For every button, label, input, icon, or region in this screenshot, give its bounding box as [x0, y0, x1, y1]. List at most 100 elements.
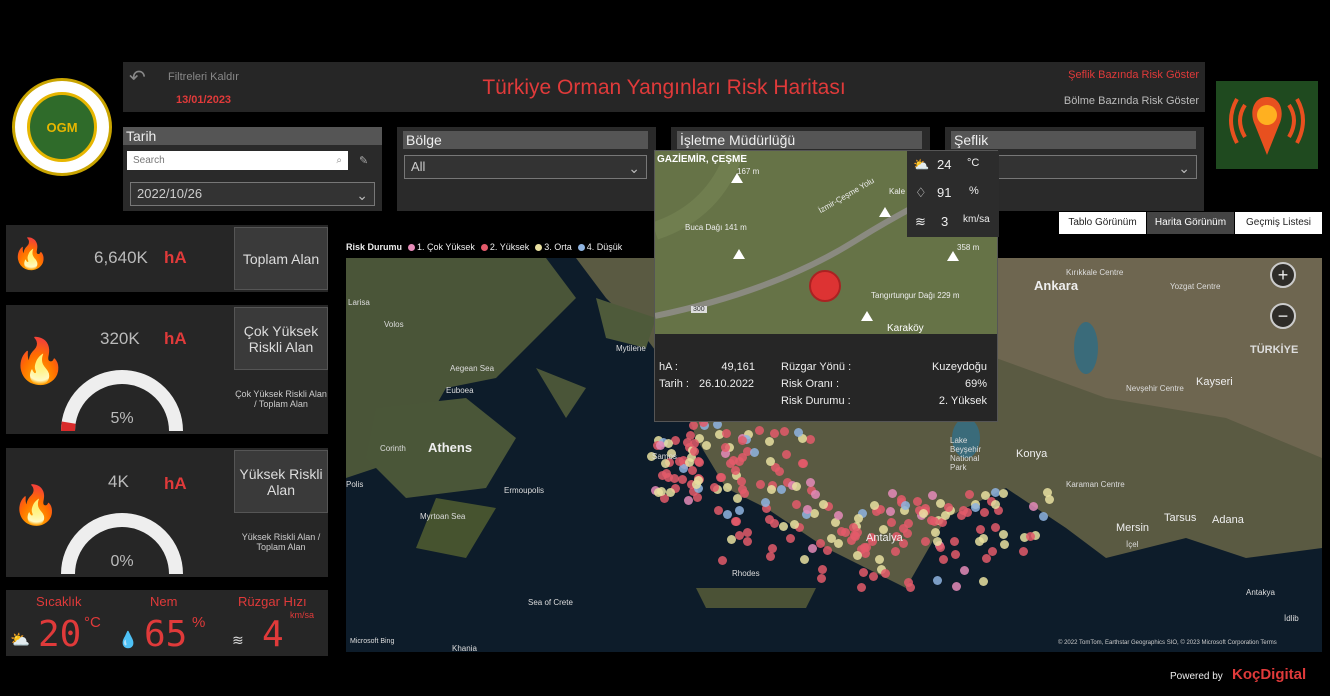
- risk-point[interactable]: [684, 496, 693, 505]
- risk-point[interactable]: [930, 517, 939, 526]
- risk-point[interactable]: [780, 427, 789, 436]
- risk-point[interactable]: [919, 509, 928, 518]
- tab-history-list[interactable]: Geçmiş Listesi: [1235, 212, 1322, 234]
- seflik-risk-button[interactable]: Şeflik Bazında Risk Göster: [1068, 69, 1199, 81]
- risk-point[interactable]: [678, 475, 687, 484]
- risk-point[interactable]: [854, 514, 863, 523]
- risk-point[interactable]: [770, 519, 779, 528]
- risk-point[interactable]: [933, 576, 942, 585]
- risk-point[interactable]: [714, 506, 723, 515]
- risk-point[interactable]: [939, 555, 948, 564]
- risk-point[interactable]: [827, 534, 836, 543]
- risk-point[interactable]: [988, 547, 997, 556]
- risk-point[interactable]: [976, 525, 985, 534]
- risk-point[interactable]: [664, 439, 673, 448]
- risk-point[interactable]: [950, 537, 959, 546]
- risk-point[interactable]: [767, 485, 776, 494]
- risk-point[interactable]: [980, 508, 989, 517]
- risk-point[interactable]: [823, 546, 832, 555]
- risk-point[interactable]: [718, 556, 727, 565]
- risk-point[interactable]: [664, 473, 673, 482]
- risk-point[interactable]: [743, 528, 752, 537]
- risk-point[interactable]: [798, 459, 807, 468]
- risk-point[interactable]: [1000, 540, 1009, 549]
- risk-point[interactable]: [881, 569, 890, 578]
- risk-point[interactable]: [886, 507, 895, 516]
- risk-point[interactable]: [666, 488, 675, 497]
- risk-point[interactable]: [817, 574, 826, 583]
- risk-point[interactable]: [928, 491, 937, 500]
- risk-point[interactable]: [702, 441, 711, 450]
- risk-point[interactable]: [803, 505, 812, 514]
- risk-point[interactable]: [731, 517, 740, 526]
- risk-point[interactable]: [766, 552, 775, 561]
- risk-point[interactable]: [860, 543, 869, 552]
- risk-point[interactable]: [921, 537, 930, 546]
- risk-point[interactable]: [971, 503, 980, 512]
- map-copyright[interactable]: © 2022 TomTom, Earthstar Geographics SIO…: [1058, 640, 1277, 646]
- risk-point[interactable]: [786, 534, 795, 543]
- risk-point[interactable]: [999, 489, 1008, 498]
- risk-point[interactable]: [743, 537, 752, 546]
- risk-point[interactable]: [740, 489, 749, 498]
- risk-point[interactable]: [750, 448, 759, 457]
- risk-point[interactable]: [991, 523, 1000, 532]
- risk-point[interactable]: [931, 528, 940, 537]
- risk-point[interactable]: [756, 480, 765, 489]
- zoom-in-button[interactable]: +: [1270, 262, 1296, 288]
- risk-point[interactable]: [690, 447, 699, 456]
- risk-point[interactable]: [761, 498, 770, 507]
- risk-point[interactable]: [875, 555, 884, 564]
- risk-point[interactable]: [775, 467, 784, 476]
- risk-point[interactable]: [819, 500, 828, 509]
- risk-point[interactable]: [951, 550, 960, 559]
- risk-point[interactable]: [794, 428, 803, 437]
- risk-point[interactable]: [913, 497, 922, 506]
- tab-table-view[interactable]: Tablo Görünüm: [1059, 212, 1146, 234]
- risk-point[interactable]: [818, 565, 827, 574]
- risk-point[interactable]: [779, 522, 788, 531]
- risk-point[interactable]: [847, 536, 856, 545]
- risk-point[interactable]: [1019, 547, 1028, 556]
- tab-map-view[interactable]: Harita Görünüm: [1147, 212, 1234, 234]
- date-search-input[interactable]: Search ⌕: [127, 151, 348, 170]
- risk-point[interactable]: [869, 572, 878, 581]
- risk-point[interactable]: [952, 582, 961, 591]
- risk-point[interactable]: [721, 443, 730, 452]
- date-dropdown[interactable]: 2022/10/26 ⌄: [130, 182, 375, 206]
- risk-point[interactable]: [688, 466, 697, 475]
- risk-point[interactable]: [738, 436, 747, 445]
- risk-point[interactable]: [737, 477, 746, 486]
- risk-point[interactable]: [891, 547, 900, 556]
- risk-point[interactable]: [806, 435, 815, 444]
- risk-point[interactable]: [792, 500, 801, 509]
- risk-point[interactable]: [1039, 512, 1048, 521]
- risk-point[interactable]: [870, 501, 879, 510]
- risk-point[interactable]: [766, 457, 775, 466]
- risk-point[interactable]: [806, 478, 815, 487]
- risk-point[interactable]: [904, 578, 913, 587]
- risk-point[interactable]: [800, 555, 809, 564]
- risk-point[interactable]: [941, 511, 950, 520]
- risk-point[interactable]: [853, 551, 862, 560]
- risk-point[interactable]: [811, 490, 820, 499]
- region-dropdown[interactable]: All ⌄: [404, 155, 647, 179]
- risk-point[interactable]: [834, 511, 843, 520]
- risk-point[interactable]: [999, 530, 1008, 539]
- risk-point[interactable]: [888, 489, 897, 498]
- risk-point[interactable]: [695, 458, 704, 467]
- bolme-risk-button[interactable]: Bölme Bazında Risk Göster: [1064, 95, 1199, 107]
- risk-point[interactable]: [979, 577, 988, 586]
- risk-point[interactable]: [841, 528, 850, 537]
- risk-point[interactable]: [765, 437, 774, 446]
- risk-point[interactable]: [887, 518, 896, 527]
- risk-point[interactable]: [727, 535, 736, 544]
- risk-point[interactable]: [1026, 532, 1035, 541]
- risk-point[interactable]: [975, 537, 984, 546]
- risk-point[interactable]: [991, 500, 1000, 509]
- risk-point[interactable]: [692, 480, 701, 489]
- risk-point[interactable]: [859, 568, 868, 577]
- risk-point[interactable]: [792, 482, 801, 491]
- risk-point[interactable]: [782, 450, 791, 459]
- risk-point[interactable]: [1029, 502, 1038, 511]
